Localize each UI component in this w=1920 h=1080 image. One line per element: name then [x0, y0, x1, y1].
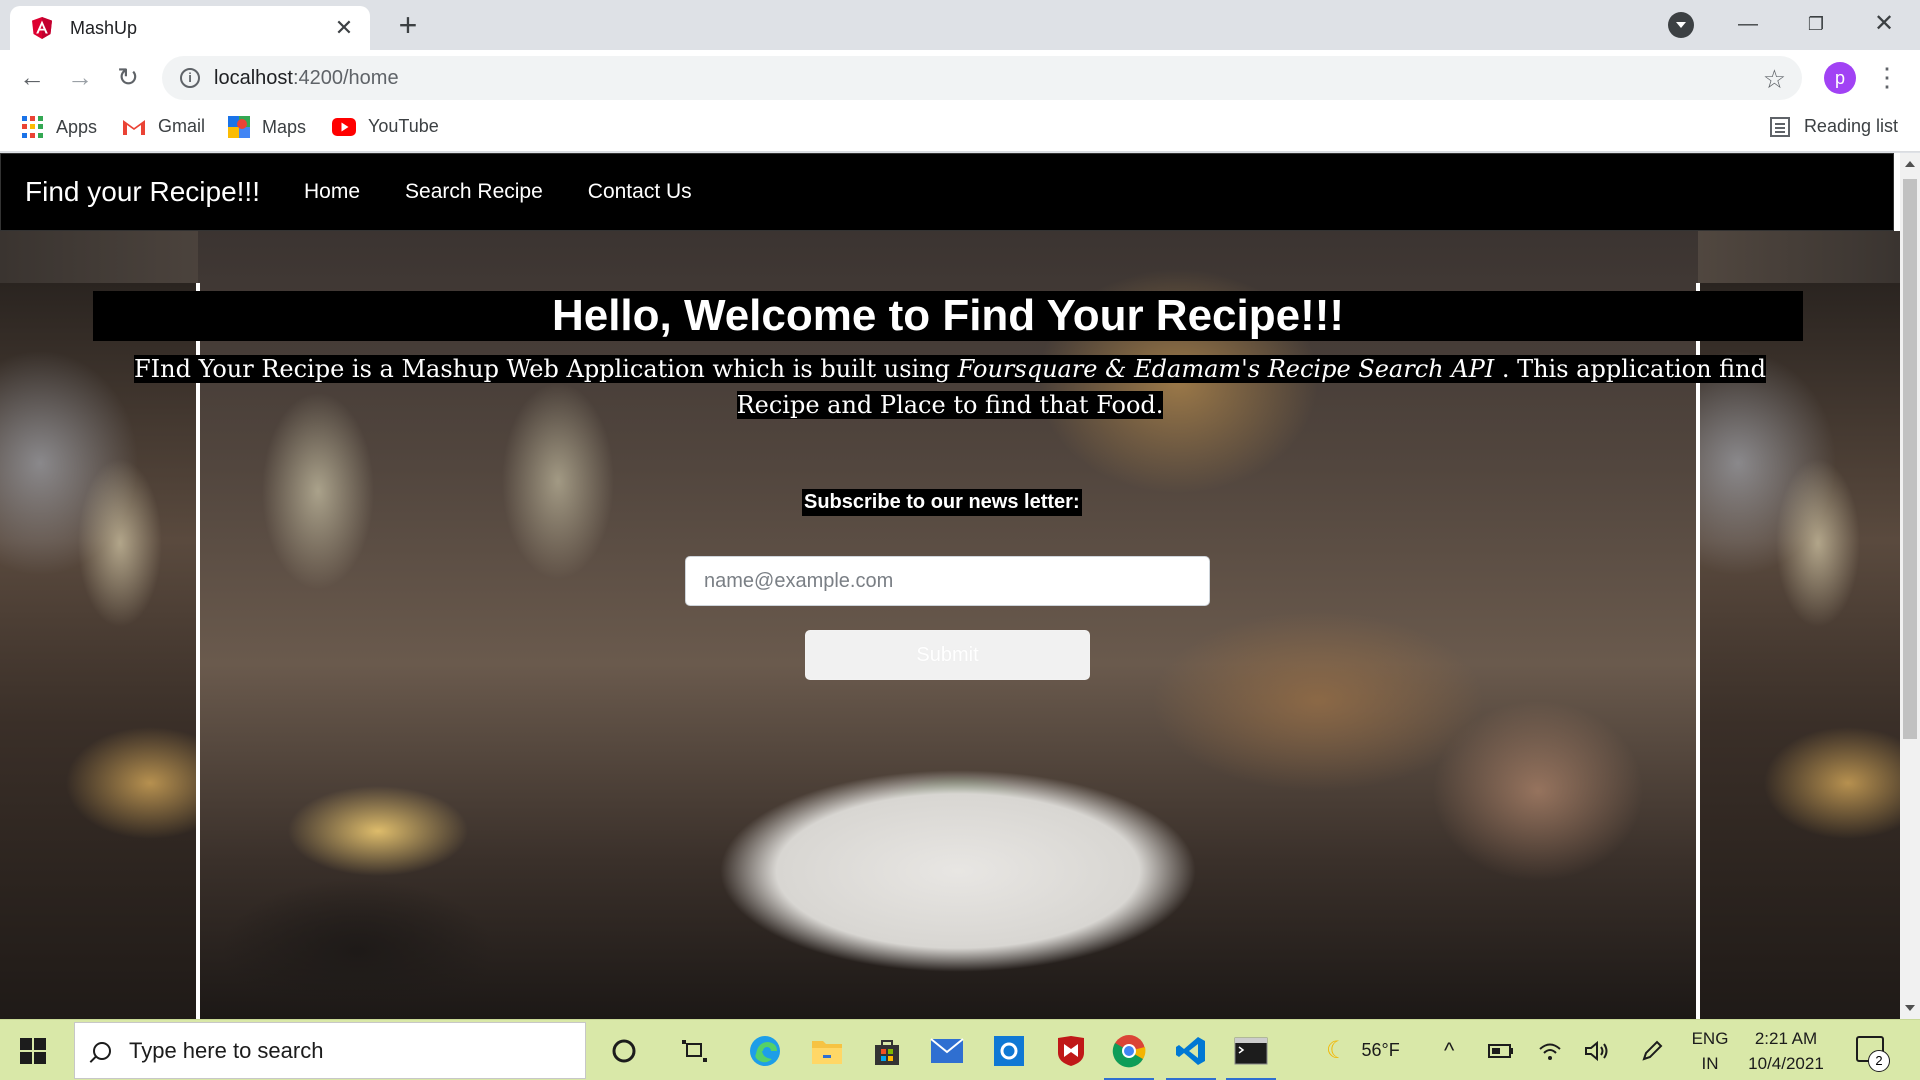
reload-icon[interactable]: ↻: [112, 62, 144, 94]
windows-taskbar: Type here to search ☾ 56°F ^ ENG IN 2:21…: [0, 1019, 1920, 1080]
scroll-down-arrow-icon[interactable]: [1905, 1005, 1915, 1011]
hero-title-plain: Hello, Welcome to: [551, 291, 943, 340]
bookmark-apps[interactable]: Apps: [22, 116, 97, 138]
hero-desc-part1: FInd Your Recipe is a Mashup Web Applica…: [133, 355, 958, 383]
gmail-icon: [123, 119, 145, 135]
restore-icon[interactable]: ❐: [1786, 6, 1846, 42]
show-hidden-icons-icon[interactable]: ^: [1444, 1020, 1454, 1080]
hero-desc-italic: Foursquare & Edamam's Recipe Search API: [957, 355, 1495, 383]
taskbar-clock[interactable]: 2:21 AM 10/4/2021: [1736, 1026, 1836, 1076]
bookmark-gmail[interactable]: Gmail: [122, 116, 205, 137]
close-tab-icon[interactable]: ✕: [332, 15, 356, 41]
vscode-icon[interactable]: [1166, 1032, 1216, 1080]
language-code: ENG: [1691, 1029, 1729, 1048]
hero-description: FInd Your Recipe is a Mashup Web Applica…: [100, 351, 1800, 423]
site-brand[interactable]: Find your Recipe!!!: [25, 176, 260, 208]
bookmark-youtube[interactable]: YouTube: [332, 116, 439, 137]
microsoft-store-icon[interactable]: [868, 1032, 906, 1070]
bookmark-label: Gmail: [158, 116, 206, 136]
back-arrow-icon[interactable]: ←: [16, 62, 48, 94]
search-icon: [93, 1041, 111, 1060]
chrome-icon[interactable]: [1104, 1032, 1154, 1080]
taskbar-search-placeholder: Type here to search: [129, 1037, 324, 1063]
new-tab-icon[interactable]: +: [392, 9, 424, 42]
angular-icon: [32, 17, 52, 39]
scroll-thumb[interactable]: [1903, 179, 1917, 739]
tab-title: MashUp: [70, 17, 138, 38]
edge-icon[interactable]: [746, 1032, 784, 1070]
profile-avatar[interactable]: p: [1824, 62, 1856, 94]
input-language[interactable]: ENG IN: [1690, 1026, 1730, 1076]
hero-title-bold: Find Your Recipe!!!: [942, 291, 1345, 340]
clock-date: 10/4/2021: [1748, 1054, 1824, 1073]
browser-menu-icon[interactable]: ⋮: [1874, 60, 1900, 96]
newsletter-email-input[interactable]: [685, 556, 1210, 606]
clock-time: 2:21 AM: [1754, 1029, 1818, 1048]
hero-title: Hello, Welcome to Find Your Recipe!!!: [93, 291, 1803, 341]
weather-temp: 56°F: [1361, 1040, 1400, 1060]
nav-link-search-recipe[interactable]: Search Recipe: [405, 180, 543, 204]
scroll-up-arrow-icon[interactable]: [1905, 161, 1915, 167]
minimize-icon[interactable]: —: [1718, 6, 1778, 42]
language-region: IN: [1701, 1054, 1719, 1073]
browser-tab-mashup[interactable]: MashUp ✕: [10, 6, 370, 50]
moon-icon: ☾: [1326, 1037, 1348, 1064]
reading-list-icon: [1769, 116, 1790, 137]
bookmark-star-icon[interactable]: ☆: [1763, 64, 1786, 95]
windows-start-icon[interactable]: [20, 1038, 46, 1064]
url-path: :4200/home: [292, 66, 399, 89]
maps-icon: [228, 116, 250, 138]
bookmarks-bar: Apps Gmail Maps YouTube Reading list: [0, 106, 1920, 152]
url-host: localhost: [214, 66, 293, 89]
notification-count-badge: 2: [1868, 1050, 1890, 1072]
outlook-icon[interactable]: [990, 1032, 1028, 1070]
weather-widget[interactable]: ☾ 56°F: [1326, 1020, 1400, 1080]
volume-icon[interactable]: [1584, 1020, 1610, 1080]
bookmark-label: Apps: [56, 116, 98, 137]
reading-list-button[interactable]: Reading list: [1769, 116, 1898, 137]
close-window-icon[interactable]: ✕: [1854, 6, 1914, 42]
page-viewport: Find your Recipe!!! Home Search Recipe C…: [0, 153, 1900, 1019]
youtube-icon: [332, 117, 356, 136]
submit-button[interactable]: Submit: [805, 630, 1090, 680]
address-bar[interactable]: i localhost:4200/home ☆: [162, 56, 1802, 100]
page-scrollbar[interactable]: [1900, 153, 1920, 1019]
mail-icon[interactable]: [928, 1032, 966, 1070]
apps-grid-icon: [22, 116, 44, 138]
hero-background-image: [0, 231, 1900, 1019]
browser-toolbar: ← → ↻ i localhost:4200/home ☆ p ⋮: [0, 50, 1920, 106]
bookmark-maps[interactable]: Maps: [228, 116, 306, 138]
file-explorer-icon[interactable]: [808, 1032, 846, 1070]
site-navbar: Find your Recipe!!! Home Search Recipe C…: [0, 153, 1894, 231]
tab-search-icon[interactable]: [1668, 12, 1694, 38]
command-prompt-icon[interactable]: [1226, 1032, 1276, 1080]
browser-tabstrip: MashUp ✕ + — ❐ ✕: [0, 0, 1920, 50]
nav-link-home[interactable]: Home: [304, 180, 360, 204]
mcafee-icon[interactable]: [1052, 1032, 1090, 1070]
site-info-icon[interactable]: i: [180, 68, 200, 88]
forward-arrow-icon[interactable]: →: [64, 62, 96, 94]
subscribe-label: Subscribe to our news letter:: [802, 489, 1082, 516]
taskbar-search-box[interactable]: Type here to search: [74, 1022, 586, 1079]
pen-workspace-icon[interactable]: [1640, 1020, 1664, 1080]
background-image-center: [198, 231, 1698, 1019]
cortana-icon[interactable]: [605, 1032, 643, 1070]
nav-link-contact-us[interactable]: Contact Us: [588, 180, 692, 204]
task-view-icon[interactable]: [676, 1032, 714, 1070]
battery-icon[interactable]: [1488, 1020, 1514, 1080]
wifi-icon[interactable]: [1538, 1020, 1562, 1080]
reading-list-label: Reading list: [1803, 116, 1898, 136]
bookmark-label: Maps: [262, 116, 307, 137]
bookmark-label: YouTube: [368, 116, 439, 136]
